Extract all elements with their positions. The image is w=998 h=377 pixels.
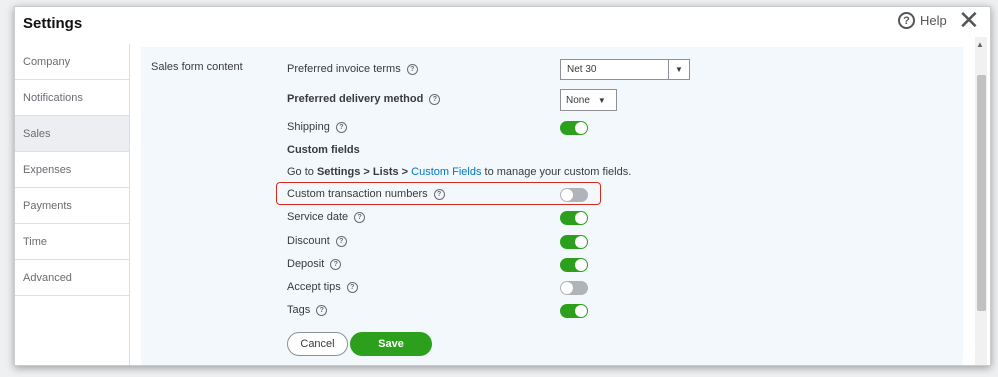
help-icon[interactable]: ? bbox=[335, 121, 347, 133]
help-icon[interactable]: ? bbox=[433, 188, 445, 200]
sidebar-item-expenses[interactable]: Expenses bbox=[15, 152, 129, 188]
invoice-terms-select[interactable]: Net 30 ▼ bbox=[560, 59, 690, 80]
sidebar-item-company[interactable]: Company bbox=[15, 44, 129, 80]
tags-toggle[interactable] bbox=[560, 304, 588, 318]
accept-tips-label: Accept tips bbox=[287, 281, 341, 293]
instruction-suffix: to manage your custom fields. bbox=[481, 166, 632, 178]
toggle-knob bbox=[575, 122, 587, 134]
accept-tips-toggle[interactable] bbox=[560, 281, 588, 295]
settings-dialog: Settings ? Help ✕ Company Notifications … bbox=[14, 6, 991, 366]
invoice-terms-value: Net 30 bbox=[567, 64, 597, 75]
toggle-knob bbox=[575, 236, 587, 248]
help-icon[interactable]: ? bbox=[346, 281, 358, 293]
question-circle-icon: ? bbox=[898, 12, 915, 29]
service-date-toggle[interactable] bbox=[560, 211, 588, 225]
accept-tips-row: Accept tips ? bbox=[287, 281, 358, 293]
deposit-row: Deposit ? bbox=[287, 258, 342, 270]
invoice-terms-label: Preferred invoice terms bbox=[287, 63, 401, 75]
instruction-settings: Settings bbox=[316, 166, 361, 178]
close-icon[interactable]: ✕ bbox=[958, 7, 980, 33]
settings-sidebar: Company Notifications Sales Expenses Pay… bbox=[15, 44, 130, 365]
help-label: Help bbox=[920, 13, 947, 28]
deposit-label: Deposit bbox=[287, 258, 325, 270]
custom-transaction-numbers-row: Custom transaction numbers ? bbox=[287, 188, 445, 200]
chevron-down-icon: ▼ bbox=[668, 60, 689, 79]
sidebar-item-payments[interactable]: Payments bbox=[15, 188, 129, 224]
service-date-row: Service date ? bbox=[287, 211, 366, 223]
section-label: Sales form content bbox=[151, 61, 243, 73]
service-date-label: Service date bbox=[287, 211, 349, 223]
sidebar-item-sales[interactable]: Sales bbox=[15, 116, 129, 152]
help-icon[interactable]: ? bbox=[330, 258, 342, 270]
help-button[interactable]: ? Help bbox=[898, 12, 947, 29]
delivery-method-label: Preferred delivery method bbox=[287, 93, 424, 105]
discount-row: Discount ? bbox=[287, 235, 347, 247]
delivery-method-select[interactable]: None ▼ bbox=[560, 89, 617, 111]
sales-form-content-panel: Sales form content Preferred invoice ter… bbox=[141, 47, 963, 365]
custom-transaction-numbers-toggle[interactable] bbox=[560, 188, 588, 202]
shipping-label: Shipping bbox=[287, 121, 330, 133]
custom-fields-link[interactable]: Custom Fields bbox=[411, 166, 481, 178]
toggle-knob bbox=[575, 212, 587, 224]
toggle-knob bbox=[561, 189, 573, 201]
help-icon[interactable]: ? bbox=[429, 93, 441, 105]
sidebar-item-advanced[interactable]: Advanced bbox=[15, 260, 129, 296]
shipping-toggle[interactable] bbox=[560, 121, 588, 135]
delivery-method-row: Preferred delivery method ? bbox=[287, 93, 441, 105]
vertical-scrollbar[interactable]: ▲ bbox=[975, 37, 987, 365]
help-icon[interactable]: ? bbox=[316, 304, 328, 316]
discount-label: Discount bbox=[287, 235, 330, 247]
dialog-title: Settings bbox=[23, 15, 83, 32]
shipping-row: Shipping ? bbox=[287, 121, 347, 133]
custom-fields-instructions: Go to Settings > Lists > Custom Fields t… bbox=[287, 166, 631, 178]
instruction-separator: > bbox=[360, 166, 373, 178]
discount-toggle[interactable] bbox=[560, 235, 588, 249]
scroll-thumb[interactable] bbox=[977, 75, 986, 311]
scroll-up-icon[interactable]: ▲ bbox=[976, 40, 984, 49]
help-icon[interactable]: ? bbox=[354, 211, 366, 223]
custom-transaction-numbers-label: Custom transaction numbers bbox=[287, 188, 428, 200]
invoice-terms-row: Preferred invoice terms ? bbox=[287, 63, 418, 75]
chevron-down-icon: ▼ bbox=[597, 95, 606, 105]
help-icon[interactable]: ? bbox=[406, 63, 418, 75]
tags-label: Tags bbox=[287, 304, 311, 316]
help-icon[interactable]: ? bbox=[335, 235, 347, 247]
deposit-toggle[interactable] bbox=[560, 258, 588, 272]
instruction-lists: Lists bbox=[372, 166, 399, 178]
instruction-text: Go to bbox=[287, 166, 317, 178]
sidebar-item-time[interactable]: Time bbox=[15, 224, 129, 260]
cancel-button[interactable]: Cancel bbox=[287, 332, 348, 356]
custom-fields-heading: Custom fields bbox=[287, 144, 360, 156]
sidebar-item-notifications[interactable]: Notifications bbox=[15, 80, 129, 116]
instruction-separator: > bbox=[398, 166, 412, 178]
toggle-knob bbox=[561, 282, 573, 294]
delivery-method-value: None bbox=[566, 94, 590, 106]
tags-row: Tags ? bbox=[287, 304, 328, 316]
toggle-knob bbox=[575, 259, 587, 271]
save-button[interactable]: Save bbox=[350, 332, 432, 356]
toggle-knob bbox=[575, 305, 587, 317]
